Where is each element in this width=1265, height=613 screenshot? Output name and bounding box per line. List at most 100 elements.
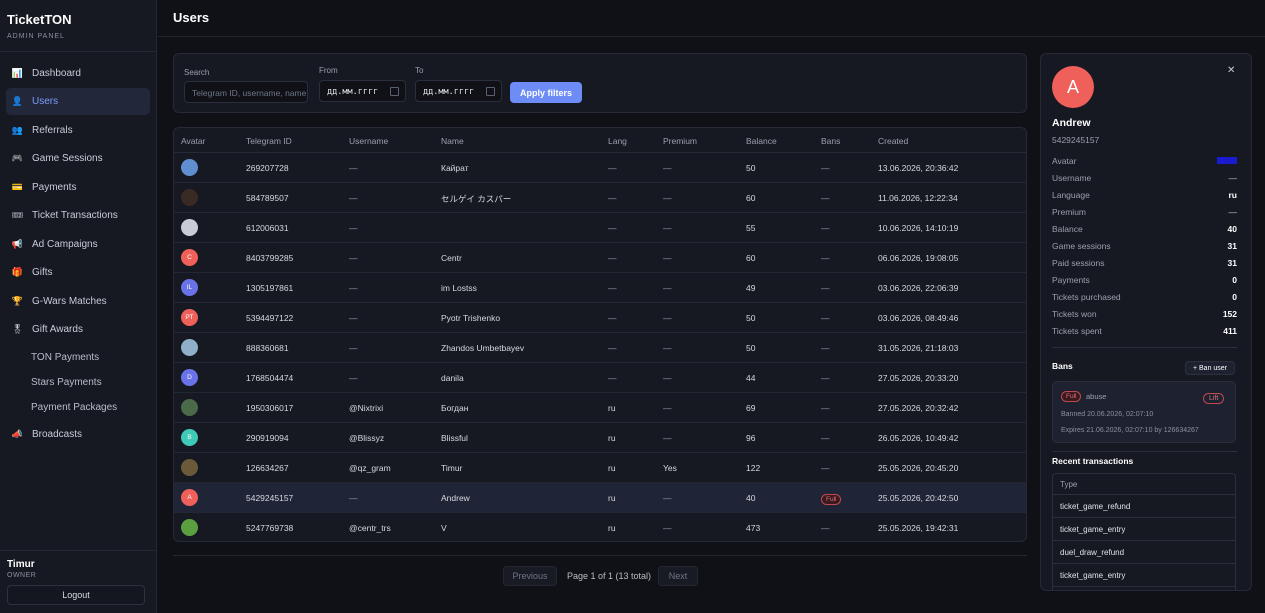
brand-subtitle: ADMIN PANEL bbox=[7, 33, 65, 40]
cell-id: 584789507 bbox=[246, 193, 289, 203]
cell-premium: — bbox=[663, 193, 672, 203]
next-page-button[interactable]: Next bbox=[658, 566, 698, 586]
table-row[interactable]: IL 1305197861 — im Lostss — — 49 — 03.06.2026, 2… bbox=[174, 273, 1026, 303]
divider bbox=[1052, 451, 1237, 452]
transaction-row[interactable]: ticket_game_entry bbox=[1053, 564, 1235, 587]
cell-premium: — bbox=[663, 283, 672, 293]
table-row[interactable]: 888360681 — Zhandos Umbetbayev — — 50 — 31.05.2… bbox=[174, 333, 1026, 363]
lift-ban-button[interactable]: Lift bbox=[1203, 393, 1225, 404]
ban-badge: Full bbox=[821, 494, 842, 505]
table-row[interactable]: PT 5394497122 — Pyotr Trishenko — — 50 — 03.06.2… bbox=[174, 303, 1026, 333]
from-date-input[interactable]: дд.мм.гггг bbox=[319, 80, 406, 102]
column-header-premium[interactable]: Premium bbox=[663, 136, 697, 146]
page-title: Users bbox=[173, 10, 210, 25]
avatar-link[interactable] bbox=[1217, 156, 1237, 166]
detail-field-label: Payments bbox=[1052, 275, 1090, 285]
sidebar-item-g-wars-matches[interactable]: 🏆 G-Wars Matches bbox=[6, 288, 150, 315]
cell-created: 25.05.2026, 20:45:20 bbox=[878, 463, 959, 473]
cell-lang: ru bbox=[608, 403, 616, 413]
sidebar-item-broadcasts[interactable]: 📣 Broadcasts bbox=[6, 421, 150, 448]
cell-balance: 50 bbox=[746, 343, 756, 353]
detail-field-language: Language ru bbox=[1052, 190, 1237, 207]
transaction-row[interactable]: ticket_game_refund bbox=[1053, 495, 1235, 518]
table-row[interactable]: D 1768504474 — danila — — 44 — 27.05.2026, 20:33… bbox=[174, 363, 1026, 393]
sidebar-item-referrals[interactable]: 👥 Referrals bbox=[6, 117, 150, 144]
logout-button[interactable]: Logout bbox=[7, 585, 145, 605]
megaphone-icon: 📢 bbox=[11, 238, 24, 249]
cell-name: Кайрат bbox=[441, 163, 469, 173]
users-icon: 👥 bbox=[11, 124, 24, 135]
table-row[interactable]: 612006031 — — — 55 — 10.06.2026, 14:10:19 bbox=[174, 213, 1026, 243]
table-row[interactable]: 584789507 — セルゲイ カスパー — — 60 — 11.06.2026, 12:2… bbox=[174, 183, 1026, 213]
detail-field-balance: Balance 40 bbox=[1052, 224, 1237, 241]
column-header-lang[interactable]: Lang bbox=[608, 136, 627, 146]
sidebar-item-payments[interactable]: 💳 Payments bbox=[6, 174, 150, 201]
sidebar-subitem-payment-packages[interactable]: Payment Packages bbox=[0, 395, 156, 420]
current-user-role: OWNER bbox=[7, 572, 37, 579]
calendar-icon[interactable] bbox=[390, 87, 399, 96]
sidebar-subitem-ton-payments[interactable]: TON Payments bbox=[0, 345, 156, 370]
detail-field-label: Premium bbox=[1052, 207, 1087, 217]
transaction-row[interactable]: duel_draw_refund bbox=[1053, 541, 1235, 564]
sidebar-item-ad-campaigns[interactable]: 📢 Ad Campaigns bbox=[6, 231, 150, 258]
cell-name: Богдан bbox=[441, 403, 469, 413]
column-header-name[interactable]: Name bbox=[441, 136, 464, 146]
cell-bans: — bbox=[821, 373, 830, 383]
column-header-telegram-id[interactable]: Telegram ID bbox=[246, 136, 292, 146]
table-row[interactable]: C 8403799285 — Centr — — 60 — 06.06.2026, 19:08:… bbox=[174, 243, 1026, 273]
apply-filters-button[interactable]: Apply filters bbox=[510, 82, 582, 103]
sidebar-subitem-stars-payments[interactable]: Stars Payments bbox=[0, 370, 156, 395]
sidebar-item-gift-awards[interactable]: 🎖 Gift Awards bbox=[6, 316, 150, 343]
sidebar-item-dashboard[interactable]: 📊 Dashboard bbox=[6, 60, 150, 87]
calendar-icon[interactable] bbox=[486, 87, 495, 96]
table-header: Avatar Telegram ID Username Name Lang Premium… bbox=[174, 128, 1026, 153]
cell-bans: — bbox=[821, 253, 830, 263]
search-input[interactable]: Telegram ID, username, name bbox=[184, 81, 308, 103]
ban-type-badge: Full bbox=[1061, 391, 1082, 402]
cell-id: 1305197861 bbox=[246, 283, 294, 293]
sidebar-item-label: Users bbox=[32, 96, 59, 107]
detail-field-game-sessions: Game sessions 31 bbox=[1052, 241, 1237, 258]
column-header-avatar[interactable]: Avatar bbox=[181, 136, 205, 146]
cell-lang: — bbox=[608, 253, 617, 263]
column-header-created[interactable]: Created bbox=[878, 136, 908, 146]
sidebar-item-ticket-transactions[interactable]: 🎟 Ticket Transactions bbox=[6, 202, 150, 229]
detail-field-tickets-spent: Tickets spent 411 bbox=[1052, 326, 1237, 343]
avatar-link-icon[interactable] bbox=[1217, 157, 1237, 164]
cell-id: 888360681 bbox=[246, 343, 289, 353]
column-header-balance[interactable]: Balance bbox=[746, 136, 777, 146]
detail-field-value: ru bbox=[1228, 190, 1238, 200]
previous-page-button[interactable]: Previous bbox=[503, 566, 557, 586]
table-row[interactable]: A 5429245157 — Andrew ru — 40 Full 25.05.2026, 2… bbox=[174, 483, 1026, 513]
cell-created: 27.05.2026, 20:32:42 bbox=[878, 403, 959, 413]
sidebar-item-users[interactable]: 👤 Users bbox=[6, 88, 150, 115]
brand: TicketTON ADMIN PANEL bbox=[0, 0, 156, 52]
table-row[interactable]: 5247769738 @centr_trs Vru — 473 — 25.05.2026, … bbox=[174, 513, 1026, 541]
cell-username: @centr_trs bbox=[349, 523, 391, 533]
table-row[interactable]: 126634267 @qz_gram Timur ru Yes 122 — 25.05.202… bbox=[174, 453, 1026, 483]
sidebar-item-gifts[interactable]: 🎁 Gifts bbox=[6, 259, 150, 286]
detail-avatar: A bbox=[1052, 66, 1094, 108]
transaction-row[interactable]: ticket_game_entry bbox=[1053, 518, 1235, 541]
cell-id: 612006031 bbox=[246, 223, 289, 233]
detail-field-paid-sessions: Paid sessions 31 bbox=[1052, 258, 1237, 275]
chart-icon: 📊 bbox=[11, 67, 24, 78]
cell-created: 10.06.2026, 14:10:19 bbox=[878, 223, 959, 233]
column-header-bans[interactable]: Bans bbox=[821, 136, 840, 146]
to-date-input[interactable]: дд.мм.гггг bbox=[415, 80, 502, 102]
table-row[interactable]: 1950306017 @Nixtrixi Богдан ru — 69 — 27.05.202… bbox=[174, 393, 1026, 423]
gamepad-icon: 🎮 bbox=[11, 153, 24, 163]
cell-lang: ru bbox=[608, 433, 616, 443]
cell-name: セルゲイ カスパー bbox=[441, 194, 512, 204]
detail-field-tickets-won: Tickets won 152 bbox=[1052, 309, 1237, 326]
current-user-name: Timur bbox=[7, 559, 35, 570]
ticket-icon: 🎟 bbox=[11, 210, 24, 220]
user-icon: 👤 bbox=[11, 96, 24, 106]
sidebar-item-game-sessions[interactable]: 🎮 Game Sessions bbox=[6, 145, 150, 172]
ban-user-button[interactable]: + Ban user bbox=[1185, 361, 1235, 375]
close-icon[interactable]: ✕ bbox=[1227, 65, 1235, 76]
table-row[interactable]: B 290919094 @Blissyz Blissful ru — 96 — 26.05.20… bbox=[174, 423, 1026, 453]
column-header-username[interactable]: Username bbox=[349, 136, 388, 146]
transactions-table: Type ticket_game_refund ticket_game_entry… bbox=[1052, 473, 1236, 590]
table-row[interactable]: 269207728 — Кайрат — — 50 — 13.06.2026, 20:36:4… bbox=[174, 153, 1026, 183]
